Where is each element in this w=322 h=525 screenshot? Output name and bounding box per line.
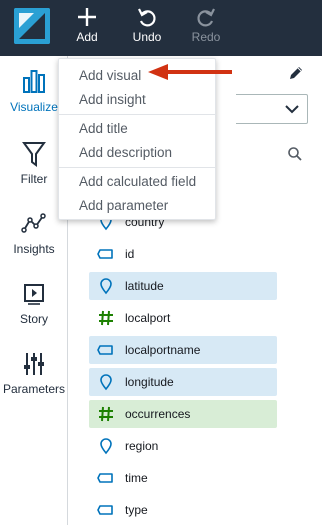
field-label: latitude xyxy=(125,279,164,293)
sidebar-item-label: Story xyxy=(19,312,48,326)
app-logo[interactable] xyxy=(14,8,50,44)
field-time[interactable]: time xyxy=(89,464,277,492)
add-button-label: Add xyxy=(76,30,98,44)
string-tag-icon xyxy=(97,245,115,263)
menu-item-add-parameter[interactable]: Add parameter xyxy=(59,194,215,218)
sliders-icon xyxy=(0,350,68,382)
field-localport[interactable]: localport xyxy=(89,304,277,332)
field-region[interactable]: region xyxy=(89,432,277,460)
sidebar-item-story[interactable]: Story xyxy=(0,280,68,326)
undo-icon xyxy=(121,0,173,30)
undo-button[interactable]: Undo xyxy=(121,0,173,56)
field-localportname[interactable]: localportname xyxy=(89,336,277,364)
sidebar-item-parameters[interactable]: Parameters xyxy=(0,350,68,396)
search-icon[interactable] xyxy=(287,146,303,162)
annotation-arrow-icon xyxy=(146,62,236,82)
chevron-down-icon xyxy=(285,105,299,114)
dataset-select[interactable] xyxy=(236,94,308,124)
geo-pin-icon xyxy=(97,277,115,295)
redo-icon xyxy=(180,0,232,30)
edit-pencil-icon[interactable] xyxy=(287,64,305,82)
field-id[interactable]: id xyxy=(89,240,277,268)
field-occurrences[interactable]: occurrences xyxy=(89,400,277,428)
top-toolbar: Add Undo Redo xyxy=(0,0,322,56)
field-label: longitude xyxy=(125,375,174,389)
redo-button[interactable]: Redo xyxy=(180,0,232,56)
menu-item-add-title[interactable]: Add title xyxy=(59,117,215,141)
field-label: region xyxy=(125,439,159,453)
sidebar-item-label: Parameters xyxy=(2,382,66,396)
menu-item-add-insight[interactable]: Add insight xyxy=(59,88,215,112)
string-tag-icon xyxy=(97,469,115,487)
field-label: localport xyxy=(125,311,171,325)
field-label: time xyxy=(125,471,148,485)
string-tag-icon xyxy=(97,501,115,519)
menu-divider xyxy=(59,167,215,168)
add-button[interactable]: Add xyxy=(61,0,113,56)
redo-button-label: Redo xyxy=(191,30,221,44)
string-tag-icon xyxy=(97,341,115,359)
field-label: type xyxy=(125,503,148,517)
menu-divider xyxy=(59,114,215,115)
add-menu: Add visual Add insight Add title Add des… xyxy=(58,58,216,220)
story-icon xyxy=(0,280,68,312)
sidebar-item-label: Insights xyxy=(13,242,55,256)
field-type[interactable]: type xyxy=(89,496,277,524)
undo-button-label: Undo xyxy=(132,30,162,44)
menu-item-add-description[interactable]: Add description xyxy=(59,141,215,165)
hash-measure-icon xyxy=(97,309,115,327)
field-longitude[interactable]: longitude xyxy=(89,368,277,396)
geo-pin-icon xyxy=(97,373,115,391)
field-label: id xyxy=(125,247,135,261)
field-label: occurrences xyxy=(125,407,191,421)
hash-measure-icon xyxy=(97,405,115,423)
menu-item-add-calculated-field[interactable]: Add calculated field xyxy=(59,170,215,194)
field-latitude[interactable]: latitude xyxy=(89,272,277,300)
geo-pin-icon xyxy=(97,437,115,455)
plus-icon xyxy=(61,0,113,30)
field-label: localportname xyxy=(125,343,201,357)
